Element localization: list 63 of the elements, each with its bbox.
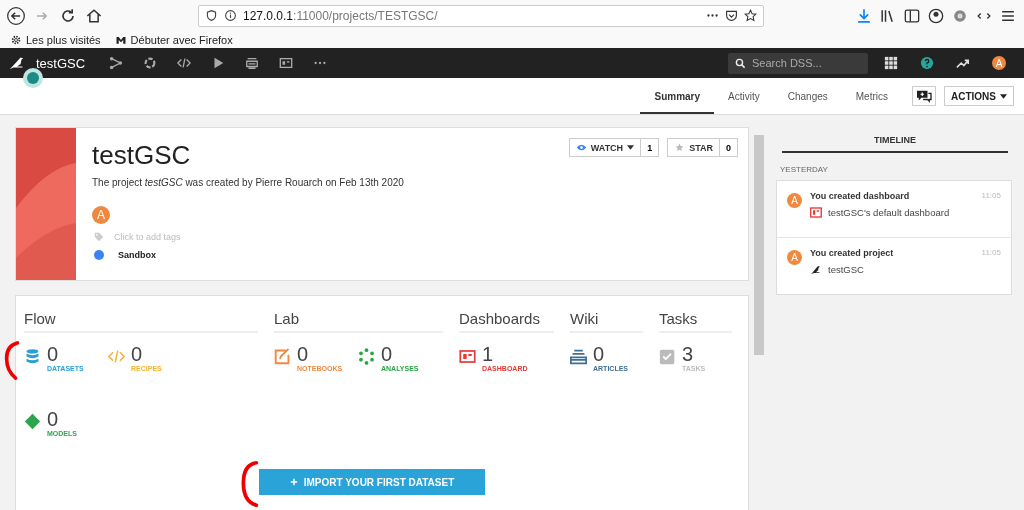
tab[interactable]: Changes [773, 80, 842, 114]
day-label: YESTERDAY [780, 165, 829, 174]
tab[interactable]: Metrics [841, 80, 902, 114]
analyses-icon[interactable] [358, 348, 375, 365]
discussion-button[interactable] [912, 86, 936, 106]
section-title: Flow [24, 310, 258, 333]
section-title: Dashboards [459, 310, 554, 333]
pocket-icon[interactable] [725, 9, 738, 22]
event-time: 11:05 [981, 191, 1001, 201]
project-description: The project testGSC was created by Pierre Rouarch on Feb 13th 2020 [92, 177, 404, 188]
bookmark[interactable]: Débuter avec Firefox [114, 33, 233, 46]
event-time: 11:05 [981, 248, 1001, 258]
watch-button[interactable]: WATCH [568, 138, 642, 157]
star-button[interactable]: STAR [667, 138, 720, 157]
event-action: You created dashboard [810, 191, 910, 201]
tab[interactable]: Summary [640, 80, 715, 114]
event-object[interactable]: testGSC [828, 264, 864, 275]
item-count: 0 [131, 343, 144, 365]
section-title: Tasks [659, 310, 732, 333]
gear-icon [10, 33, 22, 46]
eye-icon [575, 143, 587, 152]
item-count: 3 [682, 343, 695, 365]
item-count: 0 [47, 408, 60, 430]
search-icon [735, 57, 746, 69]
section-title: Lab [274, 310, 443, 333]
item-count: 1 [482, 343, 495, 365]
item-count: 0 [297, 343, 310, 365]
star-icon[interactable] [744, 9, 757, 22]
dashboard-icon [810, 207, 822, 218]
articles-icon[interactable] [570, 348, 587, 365]
status-dot-icon [27, 72, 39, 84]
event-action: You created project [810, 248, 894, 258]
item-count: 0 [593, 343, 606, 365]
dashboard-icon[interactable] [459, 348, 476, 365]
bird-icon [810, 264, 822, 275]
search-field[interactable]: Search DSS... [728, 52, 868, 74]
star-icon [674, 143, 686, 152]
event-object[interactable]: testGSC's default dashboard [828, 207, 950, 218]
notebooks-icon[interactable] [274, 348, 291, 365]
star-count: 0 [720, 138, 738, 157]
project-status[interactable]: Sandbox [118, 250, 156, 260]
url-field[interactable]: 127.0.0.1:11000/projects/TESTGSC/ [198, 4, 764, 27]
caret-icon [1000, 93, 1007, 99]
tag-icon [94, 232, 104, 242]
project-name[interactable]: testGSC [36, 55, 86, 71]
watch-count: 1 [641, 138, 660, 157]
datasets-icon[interactable] [24, 348, 41, 365]
chat-plus-icon [915, 89, 933, 103]
back-icon[interactable] [6, 5, 26, 26]
item-count: 0 [381, 343, 394, 365]
plus-icon [289, 478, 298, 486]
caret-icon [627, 145, 635, 150]
section-title: Wiki [570, 310, 643, 333]
models-icon[interactable] [24, 413, 41, 430]
annotation-mark [3, 338, 21, 383]
shield-icon [205, 9, 218, 22]
actions-button[interactable]: ACTIONS [944, 86, 1014, 106]
project-title: testGSC [92, 140, 192, 171]
item-count: 0 [47, 343, 60, 365]
tab[interactable]: Activity [714, 80, 774, 114]
info-icon [224, 9, 237, 22]
bookmark[interactable]: Les plus visités [10, 33, 101, 46]
timeline-heading: TIMELINE [782, 129, 1008, 153]
